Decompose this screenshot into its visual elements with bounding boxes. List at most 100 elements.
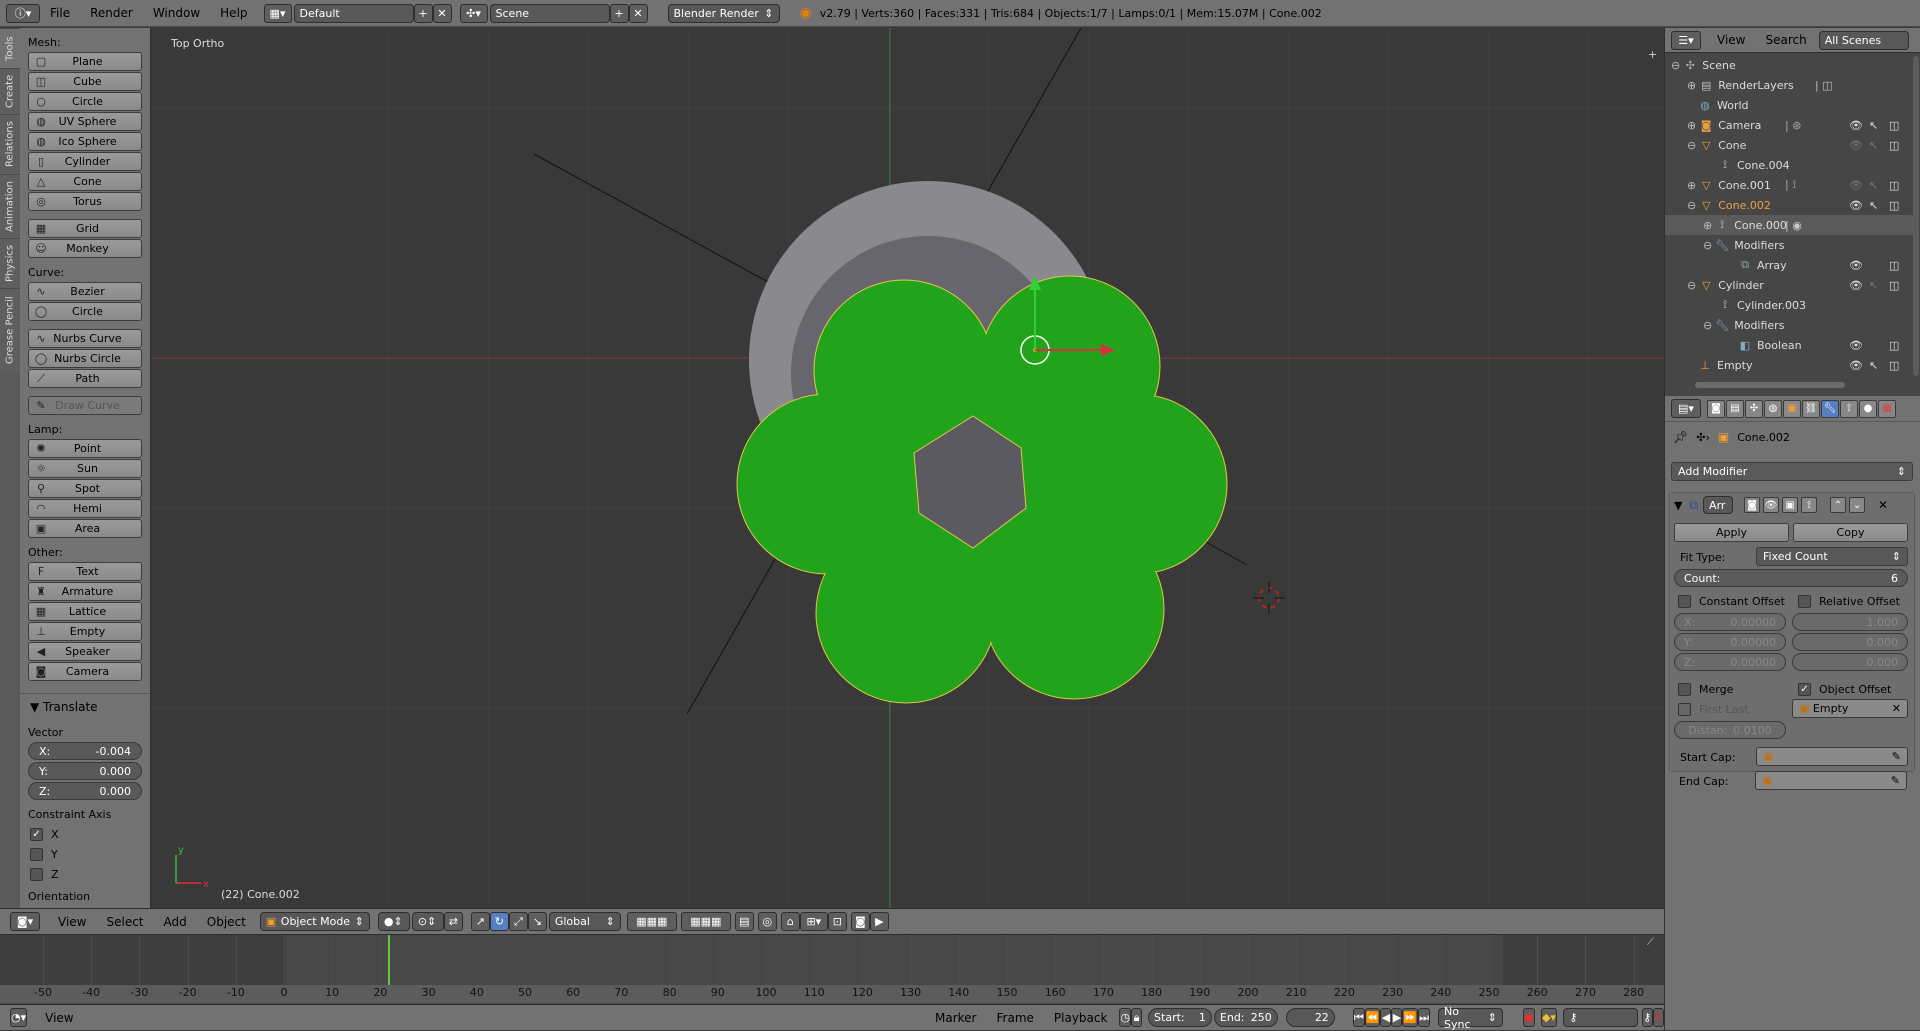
menu-window[interactable]: Window bbox=[143, 6, 210, 20]
scene-tab-icon[interactable]: ✣ bbox=[1745, 399, 1763, 418]
timeline-corner-icon[interactable]: ⟋ bbox=[1647, 937, 1654, 948]
data-tab-icon[interactable]: ⟟ bbox=[1840, 399, 1858, 418]
object-offset-checkbox[interactable]: ✓ Object Offset bbox=[1798, 679, 1891, 699]
timeline-area[interactable]: -50 -40 -30 -20 -10 0 10 20 30 40 50 60 70 80 90 100 110… bbox=[0, 934, 1664, 1004]
render-toggle-icon[interactable]: ◙ bbox=[1744, 497, 1761, 513]
translate-manipulator-icon[interactable]: ↗ bbox=[470, 912, 490, 931]
outliner-row-cone004[interactable]: ⟟ Cone.004 bbox=[1665, 155, 1913, 175]
play-reverse-icon[interactable]: ◀ bbox=[1380, 1008, 1392, 1027]
keying-set-field[interactable]: ⚷ bbox=[1563, 1008, 1638, 1027]
texture-tab-icon[interactable]: ▦ bbox=[1878, 399, 1896, 418]
remove-scene-icon[interactable]: ✕ bbox=[628, 3, 648, 23]
add-monkey-button[interactable]: ☺ Monkey bbox=[28, 239, 142, 258]
add-bezier-button[interactable]: ∿ Bezier bbox=[28, 282, 142, 301]
add-scene-icon[interactable]: + bbox=[609, 3, 629, 23]
add-sun-lamp-button[interactable]: ☼ Sun bbox=[28, 459, 142, 478]
tab-tools[interactable]: Tools bbox=[0, 28, 20, 68]
first-last-checkbox[interactable]: First Last bbox=[1678, 699, 1749, 719]
editor-type-timeline-icon[interactable]: ◔▾ bbox=[10, 1008, 28, 1027]
outliner-row-modifiers-1[interactable]: ⊖ 🔧︎ Modifiers bbox=[1665, 235, 1913, 255]
copy-button[interactable]: Copy bbox=[1793, 523, 1908, 542]
add-area-lamp-button[interactable]: ▣ Area bbox=[28, 519, 142, 538]
tab-animation[interactable]: Animation bbox=[0, 174, 20, 238]
fit-type-select[interactable]: Fixed Count ⇕ bbox=[1756, 547, 1908, 566]
outliner-row-boolean[interactable]: ◧ Boolean 👁︎ ◫ bbox=[1665, 335, 1913, 355]
sync-select[interactable]: No Sync ⇕ bbox=[1438, 1005, 1503, 1031]
end-cap-field[interactable]: ▣ ✎ bbox=[1755, 771, 1907, 790]
clear-offset-object-icon[interactable]: ✕ bbox=[1892, 702, 1901, 715]
move-up-icon[interactable]: ⌃ bbox=[1830, 497, 1847, 513]
tab-grease-pencil[interactable]: Grease Pencil bbox=[0, 288, 20, 372]
opengl-render-icon[interactable]: ◙ bbox=[850, 912, 870, 931]
jump-start-icon[interactable]: ⏮ bbox=[1352, 1008, 1365, 1027]
constant-y-field[interactable]: Y: 0.00000 bbox=[1674, 633, 1786, 651]
3d-viewport[interactable]: y x Top Ortho (22) Cone.002 + bbox=[151, 28, 1664, 908]
tl-menu-playback[interactable]: Playback bbox=[1044, 1011, 1118, 1025]
translate-y-field[interactable]: Y: 0.000 bbox=[28, 762, 142, 780]
outliner-menu-view[interactable]: View bbox=[1707, 33, 1755, 47]
add-lattice-button[interactable]: ▦ Lattice bbox=[28, 602, 142, 621]
manipulator-toggle-icon[interactable]: ⇄ bbox=[443, 912, 463, 931]
outliner-row-cone000[interactable]: ⊕ ⟟ Cone.000 | ◉ bbox=[1665, 215, 1913, 235]
current-frame-field[interactable]: 22 bbox=[1285, 1008, 1335, 1027]
add-path-button[interactable]: ⟋ Path bbox=[28, 369, 142, 388]
jump-end-icon[interactable]: ⏭ bbox=[1418, 1008, 1431, 1027]
constant-x-field[interactable]: X: 0.00000 bbox=[1674, 613, 1786, 631]
current-frame-marker[interactable] bbox=[388, 935, 390, 985]
offset-object-field[interactable]: ▣ Empty ✕ bbox=[1792, 699, 1908, 718]
constraint-y-checkbox[interactable]: Y bbox=[30, 844, 140, 864]
relative-x-field[interactable]: 1.000 bbox=[1792, 613, 1908, 631]
delete-keyframe-icon[interactable]: ✕ bbox=[1652, 1008, 1665, 1027]
screen-layout-icon[interactable]: ▦▾ bbox=[263, 3, 292, 23]
constant-z-field[interactable]: Z: 0.00000 bbox=[1674, 653, 1786, 671]
tab-physics[interactable]: Physics bbox=[0, 238, 20, 288]
preview-range-icon[interactable]: ◷ bbox=[1119, 1008, 1132, 1027]
keying-set-icon[interactable]: ◆▾ bbox=[1540, 1008, 1558, 1027]
relative-offset-checkbox[interactable]: Relative Offset bbox=[1798, 591, 1900, 611]
collapse-icon[interactable]: ▼ bbox=[1674, 499, 1682, 512]
remove-layout-icon[interactable]: ✕ bbox=[432, 3, 452, 23]
add-hemi-lamp-button[interactable]: ◠ Hemi bbox=[28, 499, 142, 518]
material-tab-icon[interactable]: ● bbox=[1859, 399, 1877, 418]
add-curve-circle-button[interactable]: ◯ Circle bbox=[28, 302, 142, 321]
outliner-row-scene[interactable]: ⊖ ✣ Scene bbox=[1665, 55, 1913, 75]
render-tab-icon[interactable]: ◙ bbox=[1707, 399, 1725, 418]
translate-x-field[interactable]: X: -0.004 bbox=[28, 742, 142, 760]
add-layout-icon[interactable]: + bbox=[413, 3, 433, 23]
outliner-scrollbar[interactable] bbox=[1913, 56, 1919, 376]
insert-keyframe-icon[interactable]: ⚷ bbox=[1641, 1008, 1653, 1027]
editor-type-outliner-icon[interactable]: ☰▾ bbox=[1671, 30, 1701, 50]
constant-offset-checkbox[interactable]: Constant Offset bbox=[1678, 591, 1785, 611]
outliner-filter-select[interactable]: All Scenes bbox=[1818, 30, 1909, 50]
modifier-name-field[interactable]: Arr bbox=[1703, 496, 1734, 514]
menu-object[interactable]: Object bbox=[197, 915, 256, 929]
add-text-button[interactable]: F Text bbox=[28, 562, 142, 581]
move-down-icon[interactable]: ⌄ bbox=[1849, 497, 1866, 513]
add-point-lamp-button[interactable]: ✺ Point bbox=[28, 439, 142, 458]
scene-field[interactable]: Scene bbox=[489, 3, 610, 23]
editmode-toggle-icon[interactable]: ▣ bbox=[1782, 497, 1799, 513]
render-engine-select[interactable]: Blender Render ⇕ bbox=[667, 3, 780, 23]
outliner-row-array[interactable]: ⧉ Array 👁︎ ◫ bbox=[1665, 255, 1913, 275]
add-cylinder-button[interactable]: ▯ Cylinder bbox=[28, 152, 142, 171]
add-cube-button[interactable]: ◫ Cube bbox=[28, 72, 142, 91]
outliner-row-empty[interactable]: ⊥ Empty 👁︎ ↖ ◫ bbox=[1665, 355, 1913, 375]
jump-key-back-icon[interactable]: ⏪ bbox=[1364, 1008, 1381, 1027]
modifiers-tab-icon[interactable]: 🔧︎ bbox=[1821, 399, 1839, 418]
add-plane-button[interactable]: ▢ Plane bbox=[28, 52, 142, 71]
tl-menu-marker[interactable]: Marker bbox=[925, 1011, 986, 1025]
count-field[interactable]: Count: 6 bbox=[1674, 569, 1908, 587]
relative-z-field[interactable]: 0.000 bbox=[1792, 653, 1908, 671]
end-cap-eyedropper-icon[interactable]: ✎ bbox=[1891, 774, 1900, 787]
outliner-row-cone[interactable]: ⊖ ▽ Cone 👁︎ ↖ ◫ bbox=[1665, 135, 1913, 155]
add-torus-button[interactable]: ◎ Torus bbox=[28, 192, 142, 211]
outliner-row-cylinder003[interactable]: ⟟ Cylinder.003 bbox=[1665, 295, 1913, 315]
menu-add[interactable]: Add bbox=[154, 915, 197, 929]
transform-orientation-select[interactable]: Global ⇕ bbox=[548, 912, 621, 931]
apply-button[interactable]: Apply bbox=[1674, 523, 1789, 542]
translate-z-field[interactable]: Z: 0.000 bbox=[28, 782, 142, 800]
layers-grid-icon[interactable]: ▦▦▦ bbox=[626, 912, 677, 931]
mode-select[interactable]: ▣ Object Mode ⇕ bbox=[259, 912, 370, 931]
tl-menu-view[interactable]: View bbox=[35, 1011, 925, 1025]
record-icon[interactable]: ● bbox=[1522, 1008, 1535, 1027]
